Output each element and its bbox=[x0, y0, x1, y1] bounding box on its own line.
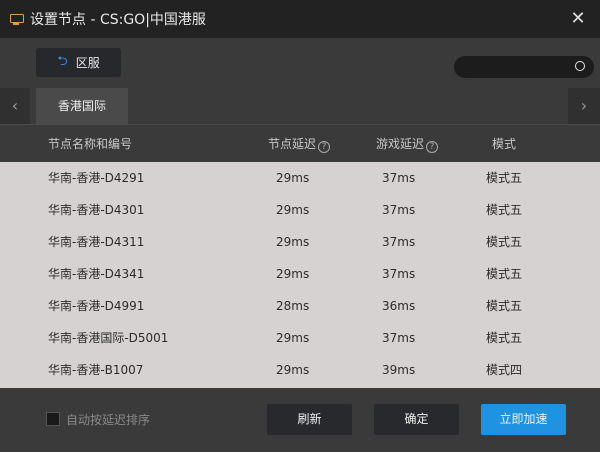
node-latency: 29ms bbox=[276, 363, 310, 377]
footer: 自动按延迟排序 刷新 确定 立即加速 bbox=[0, 388, 600, 452]
node-latency: 29ms bbox=[276, 331, 310, 345]
auto-sort-checkbox[interactable] bbox=[46, 412, 60, 426]
confirm-button[interactable]: 确定 bbox=[374, 404, 459, 435]
game-latency: 37ms bbox=[382, 203, 416, 217]
node-name: 华南-香港-D4311 bbox=[48, 235, 145, 249]
table-row[interactable]: 华南-香港-D4311 29ms 37ms 模式五 bbox=[0, 226, 600, 258]
toolbar: ⮌ 区服 ‹ 香港国际 › bbox=[0, 38, 600, 124]
node-latency: 29ms bbox=[276, 235, 310, 249]
refresh-button[interactable]: 刷新 bbox=[267, 404, 352, 435]
table-row[interactable]: 华南-香港-D4341 29ms 37ms 模式五 bbox=[0, 258, 600, 290]
column-header-game-latency: 游戏延迟? bbox=[376, 125, 439, 163]
node-name: 华南-香港-D4301 bbox=[48, 203, 145, 217]
region-button[interactable]: ⮌ 区服 bbox=[36, 48, 121, 77]
help-icon[interactable]: ? bbox=[426, 141, 439, 153]
column-header-name: 节点名称和编号 bbox=[48, 137, 133, 151]
table-header: 节点名称和编号 节点延迟? 游戏延迟? 模式 bbox=[0, 124, 600, 162]
tab-hongkong-international[interactable]: 香港国际 bbox=[36, 88, 128, 124]
region-tabs: ‹ 香港国际 › bbox=[0, 88, 600, 124]
accelerate-now-button[interactable]: 立即加速 bbox=[481, 404, 566, 435]
table-row[interactable]: 华南-香港国际-D5001 29ms 37ms 模式五 bbox=[0, 322, 600, 354]
search-input[interactable] bbox=[464, 59, 564, 75]
table-row[interactable]: 华南-香港-D4291 29ms 37ms 模式五 bbox=[0, 162, 600, 194]
mode: 模式五 bbox=[486, 267, 523, 281]
node-table: 华南-香港-D4291 29ms 37ms 模式五 华南-香港-D4301 29… bbox=[0, 162, 600, 388]
mode: 模式四 bbox=[486, 363, 523, 377]
node-name: 华南-香港-D4991 bbox=[48, 299, 145, 313]
node-latency: 28ms bbox=[276, 299, 310, 313]
node-name: 华南-香港-D4341 bbox=[48, 267, 145, 281]
scroll-left-icon[interactable]: ‹ bbox=[0, 88, 30, 124]
mode: 模式五 bbox=[486, 171, 523, 185]
title-bar: 设置节点 - CS:GO|中国港服 ✕ bbox=[0, 0, 600, 38]
scroll-right-icon[interactable]: › bbox=[568, 88, 600, 124]
app-icon bbox=[10, 14, 24, 25]
column-header-mode: 模式 bbox=[492, 137, 517, 151]
table-row[interactable]: 华南-香港-D4991 28ms 36ms 模式五 bbox=[0, 290, 600, 322]
search-box[interactable] bbox=[454, 56, 594, 78]
region-button-label: 区服 bbox=[75, 56, 100, 70]
table-row[interactable]: 华南-香港-D4301 29ms 37ms 模式五 bbox=[0, 194, 600, 226]
auto-sort-label: 自动按延迟排序 bbox=[66, 413, 151, 427]
back-arrow-icon: ⮌ bbox=[57, 53, 68, 69]
window-title: 设置节点 - CS:GO|中国港服 bbox=[30, 12, 206, 28]
help-icon[interactable]: ? bbox=[318, 141, 331, 153]
game-latency: 36ms bbox=[382, 299, 416, 313]
node-latency: 29ms bbox=[276, 267, 310, 281]
node-name: 华南-香港国际-D5001 bbox=[48, 331, 169, 345]
table-row[interactable]: 华南-香港-B1007 29ms 39ms 模式四 bbox=[0, 354, 600, 386]
mode: 模式五 bbox=[486, 331, 523, 345]
game-latency: 37ms bbox=[382, 267, 416, 281]
mode: 模式五 bbox=[486, 203, 523, 217]
node-latency: 29ms bbox=[276, 171, 310, 185]
mode: 模式五 bbox=[486, 235, 523, 249]
column-header-node-latency: 节点延迟? bbox=[268, 125, 331, 163]
game-latency: 37ms bbox=[382, 171, 416, 185]
game-latency: 37ms bbox=[382, 331, 416, 345]
node-name: 华南-香港-D4291 bbox=[48, 171, 145, 185]
game-latency: 39ms bbox=[382, 363, 416, 377]
node-latency: 29ms bbox=[276, 203, 310, 217]
game-latency: 37ms bbox=[382, 235, 416, 249]
search-icon[interactable] bbox=[575, 61, 585, 71]
mode: 模式五 bbox=[486, 299, 523, 313]
close-icon[interactable]: ✕ bbox=[566, 7, 590, 31]
node-name: 华南-香港-B1007 bbox=[48, 363, 144, 377]
